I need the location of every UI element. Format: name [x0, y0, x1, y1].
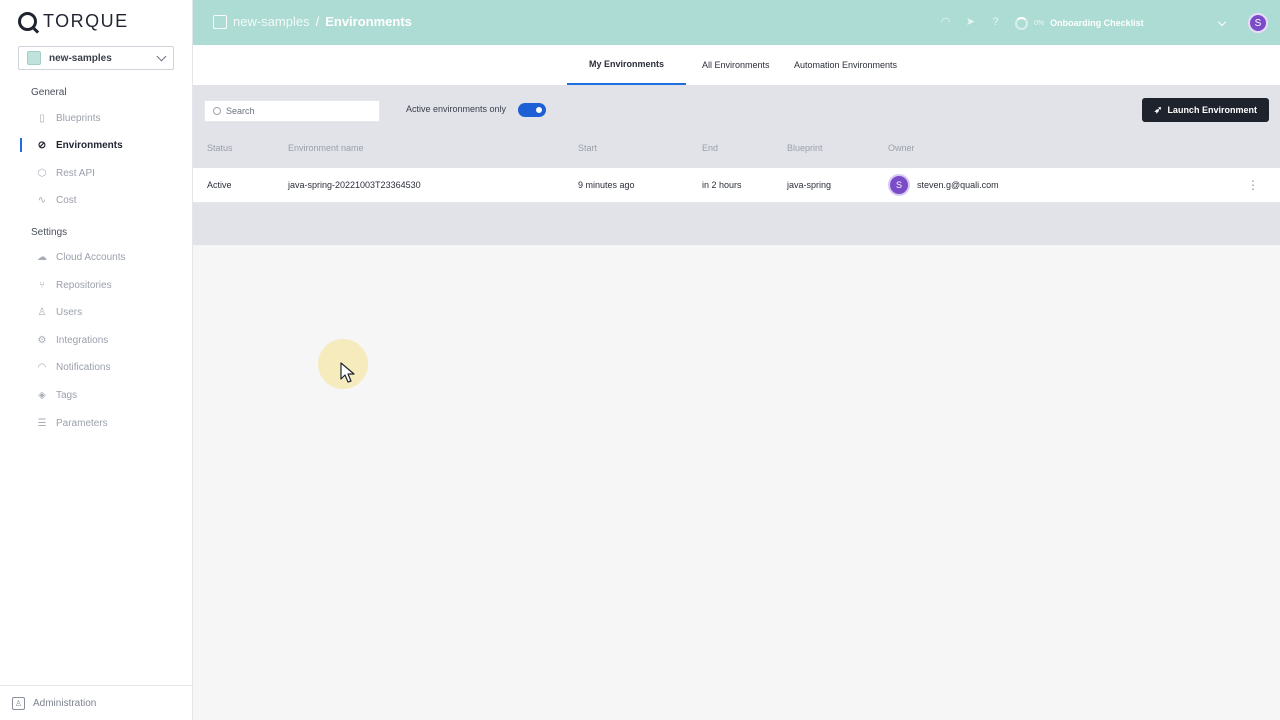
sidebar-item-label: Cost [56, 194, 77, 206]
launch-environment-button[interactable]: ➶ Launch Environment [1142, 98, 1269, 122]
section-title-general: General [31, 87, 67, 98]
active-only-label: Active environments only [406, 104, 507, 114]
sidebar: TORQUE new-samples General ▯ Blueprints … [0, 0, 193, 720]
active-only-toggle[interactable] [518, 103, 546, 117]
admin-icon: ♙ [12, 696, 25, 710]
breadcrumb-separator: / [315, 14, 320, 29]
cell-owner: steven.g@quali.com [917, 180, 999, 190]
tab-my-environments[interactable]: My Environments [567, 45, 687, 85]
cell-blueprint: java-spring [787, 180, 832, 190]
column-header-owner[interactable]: Owner [888, 143, 915, 153]
table-row[interactable]: Active java-spring-20221003T23364530 9 m… [193, 168, 1280, 203]
user-avatar[interactable]: S [1248, 13, 1268, 33]
space-thumbnail-icon [27, 51, 41, 65]
sidebar-item-cloud-accounts[interactable]: ☁ Cloud Accounts [36, 249, 126, 265]
search-placeholder: Search [226, 106, 255, 116]
space-thumbnail-icon [213, 14, 227, 29]
sidebar-item-label: Environments [56, 139, 123, 151]
sidebar-item-notifications[interactable]: ◠ Notifications [36, 359, 111, 375]
environment-tabs: My Environments All Environments Automat… [193, 45, 1280, 85]
bell-icon[interactable]: ◠ [939, 15, 952, 28]
sidebar-item-integrations[interactable]: ⚙ Integrations [36, 332, 109, 348]
progress-ring-icon [1015, 16, 1028, 30]
search-icon [213, 107, 221, 115]
space-selector[interactable]: new-samples [18, 46, 174, 70]
sidebar-item-label: Tags [56, 389, 78, 401]
cloud-icon: ☁ [37, 251, 47, 263]
sidebar-item-administration[interactable]: ♙ Administration [0, 685, 192, 720]
bell-icon: ◠ [37, 361, 47, 373]
sidebar-item-label: Repositories [56, 279, 112, 291]
column-header-status[interactable]: Status [207, 143, 233, 153]
column-header-start[interactable]: Start [578, 143, 597, 153]
more-options-icon[interactable]: ⋮ [1247, 178, 1259, 192]
tag-icon: ◈ [38, 389, 46, 401]
column-header-blueprint[interactable]: Blueprint [787, 143, 823, 153]
sidebar-item-cost[interactable]: ∿ Cost [36, 192, 77, 208]
sidebar-item-label: Cloud Accounts [56, 251, 126, 263]
owner-avatar: S [888, 174, 910, 196]
torque-logo-icon [18, 11, 37, 31]
column-header-end[interactable]: End [702, 143, 718, 153]
onboarding-checklist[interactable]: 0% Onboarding Checklist [1015, 11, 1235, 35]
brand-name: TORQUE [43, 10, 129, 31]
mouse-pointer-icon [340, 362, 355, 383]
sidebar-item-label: Users [56, 306, 83, 318]
launch-environment-label: Launch Environment [1167, 105, 1257, 115]
users-icon: ♙ [37, 306, 47, 318]
activity-icon: ∿ [37, 194, 47, 206]
search-input[interactable]: Search [204, 100, 380, 122]
sidebar-item-environments[interactable]: ⊘ Environments [36, 137, 123, 153]
send-icon[interactable]: ➤ [964, 15, 977, 28]
sidebar-item-tags[interactable]: ◈ Tags [36, 387, 77, 403]
map-icon: ▯ [39, 112, 45, 124]
rocket-icon: ➶ [1154, 104, 1163, 116]
main-content: Search Active environments only ➶ Launch… [193, 85, 1280, 720]
sidebar-item-parameters[interactable]: ☰ Parameters [36, 415, 108, 431]
sidebar-item-label: Notifications [56, 361, 111, 373]
chevron-down-icon [156, 51, 167, 61]
sidebar-item-blueprints[interactable]: ▯ Blueprints [36, 110, 100, 126]
section-title-settings: Settings [31, 227, 68, 238]
sidebar-item-rest-api[interactable]: ⬡ Rest API [36, 165, 95, 181]
cube-icon: ⬡ [37, 167, 47, 179]
help-icon[interactable]: ? [989, 15, 1002, 28]
administration-label: Administration [33, 697, 97, 709]
sidebar-item-label: Integrations [56, 334, 109, 346]
column-header-environment-name[interactable]: Environment name [288, 143, 364, 153]
space-selector-value: new-samples [49, 52, 112, 64]
cell-status: Active [207, 180, 232, 190]
environments-icon: ⊘ [37, 139, 47, 151]
page-title: Environments [325, 14, 412, 29]
tab-automation-environments[interactable]: Automation Environments [794, 45, 897, 85]
breadcrumb: new-samples / Environments [213, 14, 412, 29]
top-header: new-samples / Environments ◠ ➤ ? 0% Onbo… [193, 0, 1280, 45]
git-branch-icon: ⑂ [39, 279, 45, 291]
environments-panel: Search Active environments only ➶ Launch… [193, 85, 1280, 245]
sidebar-item-label: Parameters [56, 417, 108, 429]
chevron-down-icon [1217, 17, 1227, 26]
sidebar-item-label: Blueprints [56, 112, 101, 124]
onboarding-percent: 0% [1034, 19, 1045, 27]
header-icons: ◠ ➤ ? [939, 15, 1002, 29]
cell-start: 9 minutes ago [578, 180, 635, 190]
cell-environment-name[interactable]: java-spring-20221003T23364530 [288, 180, 421, 190]
breadcrumb-space[interactable]: new-samples [233, 14, 310, 29]
sidebar-item-label: Rest API [56, 167, 95, 179]
active-nav-indicator [20, 138, 22, 152]
sidebar-item-repositories[interactable]: ⑂ Repositories [36, 277, 112, 293]
sliders-icon: ☰ [37, 417, 47, 429]
torque-logo[interactable]: TORQUE [18, 11, 129, 31]
onboarding-label: Onboarding Checklist [1050, 18, 1144, 28]
gear-icon: ⚙ [37, 334, 47, 346]
tab-all-environments[interactable]: All Environments [702, 45, 770, 85]
sidebar-item-users[interactable]: ♙ Users [36, 304, 83, 320]
cell-end: in 2 hours [702, 180, 742, 190]
